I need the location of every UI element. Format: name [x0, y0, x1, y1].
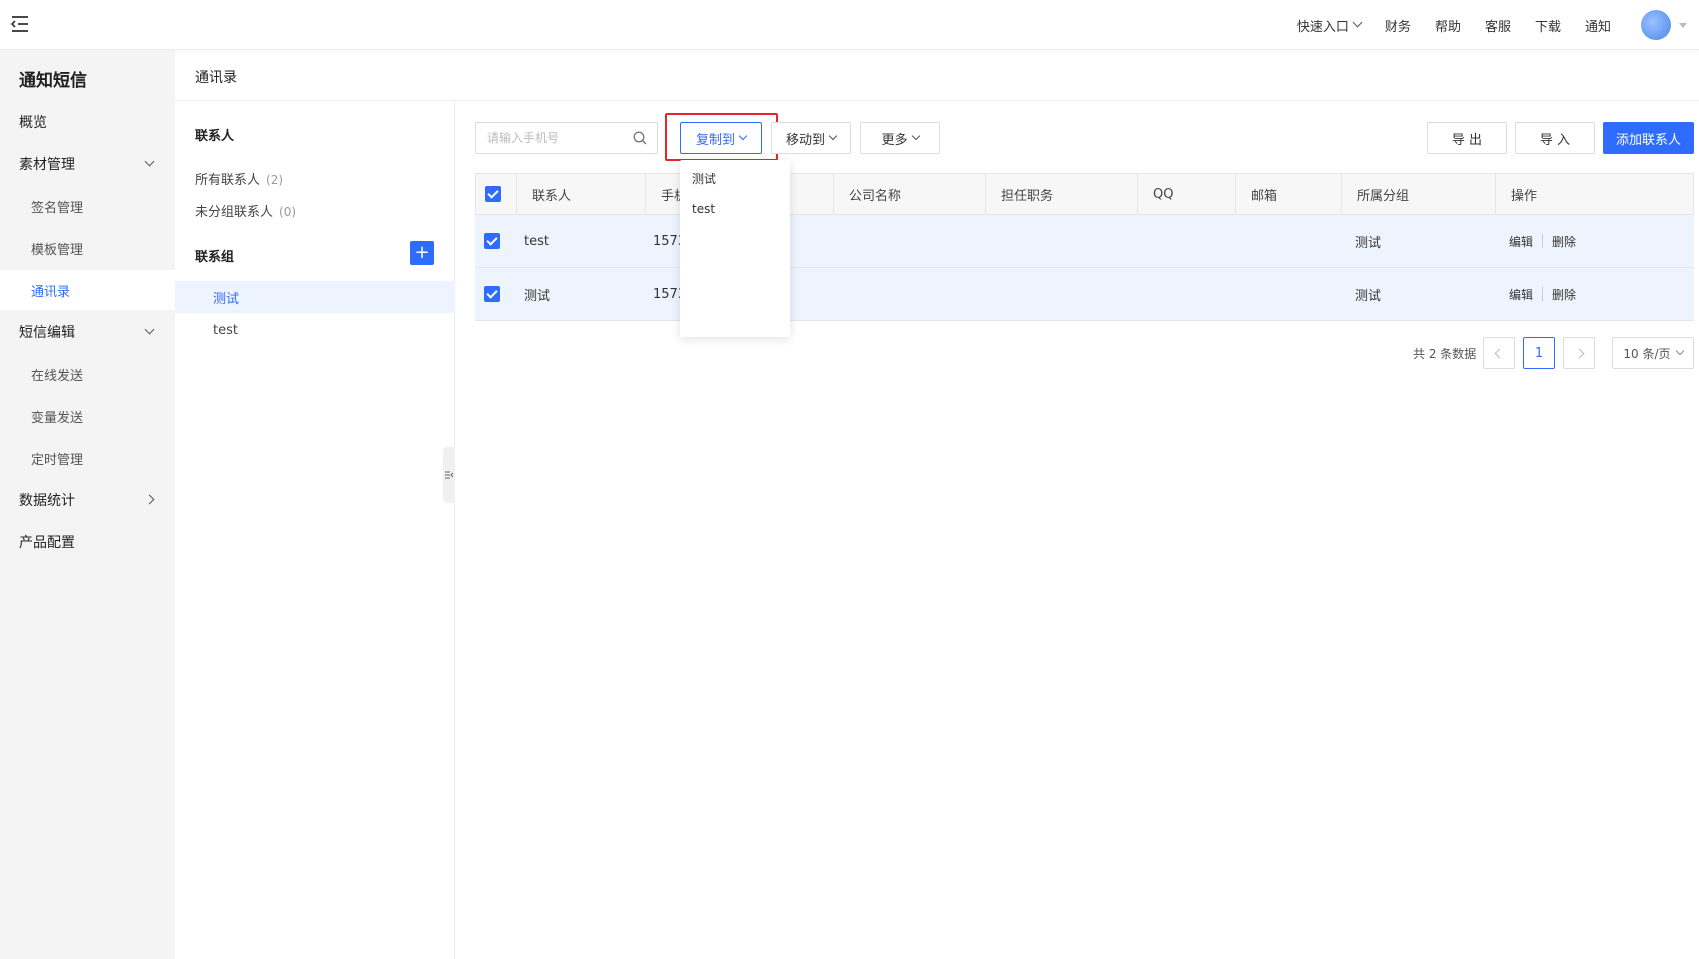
search-input[interactable] [476, 123, 626, 153]
nav-template[interactable]: 模板管理 [0, 228, 175, 268]
divider [1542, 287, 1544, 301]
table-row[interactable]: 测试 1573 测试 编辑 删除 [475, 268, 1694, 321]
contacts-heading: 联系人 [195, 129, 235, 144]
divider [1542, 234, 1544, 248]
quick-entry-link[interactable]: 快速入口 [1297, 16, 1363, 35]
copy-to-dropdown: 测试 test [680, 160, 790, 337]
app-title: 通知短信 [19, 71, 87, 91]
column-header: 所属分组 [1341, 174, 1495, 214]
page-title: 通讯录 [195, 70, 237, 86]
nav-statistics[interactable]: 数据统计 [0, 480, 175, 520]
more-button[interactable]: 更多 [860, 122, 940, 154]
search-icon[interactable] [633, 131, 647, 145]
nav-variable-send[interactable]: 变量发送 [0, 396, 175, 436]
table-header: 联系人 手机 公司名称 担任职务 QQ 邮箱 所属分组 操作 [475, 173, 1694, 215]
nav-contacts[interactable]: 通讯录 [0, 270, 175, 310]
chevron-down-icon [738, 131, 748, 141]
groups-heading: 联系组 [195, 250, 235, 265]
count-badge: (0) [279, 205, 297, 219]
notification-link[interactable]: 通知 [1585, 16, 1611, 35]
collapse-icon [445, 471, 454, 479]
nav-online-send[interactable]: 在线发送 [0, 354, 175, 394]
select-all-cell [476, 174, 516, 214]
nav-sms-edit[interactable]: 短信编辑 [0, 312, 175, 352]
export-button[interactable]: 导 出 [1427, 122, 1507, 154]
caret-down-icon[interactable] [1679, 22, 1687, 28]
support-link[interactable]: 客服 [1485, 16, 1511, 35]
select-all-checkbox[interactable] [485, 186, 501, 202]
download-link[interactable]: 下载 [1535, 16, 1561, 35]
column-header: 邮箱 [1235, 174, 1341, 214]
edit-link[interactable]: 编辑 [1509, 233, 1533, 250]
count-badge: (2) [266, 173, 284, 187]
import-button[interactable]: 导 入 [1515, 122, 1595, 154]
page-number-button[interactable]: 1 [1523, 337, 1555, 369]
sidebar: 通知短信 概览 素材管理 签名管理 模板管理 通讯录 短信编辑 在线发送 变量发… [0, 50, 175, 959]
all-contacts-item[interactable]: 所有联系人 (2) [195, 169, 283, 188]
group-panel: 联系人 所有联系人 (2) 未分组联系人 (0) 联系组 + 测试 test [175, 101, 455, 959]
page-size-select[interactable]: 10 条/页 [1612, 337, 1694, 369]
nav-materials[interactable]: 素材管理 [0, 144, 175, 184]
delete-link[interactable]: 删除 [1552, 286, 1576, 303]
contact-name: test [524, 233, 549, 249]
menu-fold-icon[interactable] [10, 15, 30, 33]
nav-product-config[interactable]: 产品配置 [0, 522, 175, 562]
add-group-button[interactable]: + [410, 241, 434, 265]
chevron-down-icon [1675, 346, 1684, 356]
nav-schedule[interactable]: 定时管理 [0, 438, 175, 478]
contact-group: 测试 [1355, 288, 1382, 304]
contacts-table: 联系人 手机 公司名称 担任职务 QQ 邮箱 所属分组 操作 test 1573… [475, 173, 1694, 321]
add-contact-button[interactable]: 添加联系人 [1603, 122, 1694, 154]
column-header: QQ [1137, 174, 1235, 214]
top-bar: 快速入口 财务 帮助 客服 下载 通知 [0, 0, 1699, 50]
nav-signature[interactable]: 签名管理 [0, 186, 175, 226]
collapse-panel-handle[interactable] [443, 447, 455, 503]
column-header: 操作 [1495, 174, 1693, 214]
nav-overview[interactable]: 概览 [0, 102, 175, 142]
chevron-down-icon [144, 156, 155, 167]
avatar[interactable] [1641, 10, 1671, 40]
ungrouped-contacts-item[interactable]: 未分组联系人 (0) [195, 201, 296, 220]
next-page-button[interactable] [1563, 337, 1595, 369]
chevron-down-icon [911, 131, 920, 141]
group-item[interactable]: 测试 [175, 281, 455, 313]
row-checkbox[interactable] [484, 286, 500, 302]
contact-group: 测试 [1355, 235, 1382, 251]
copy-to-button[interactable]: 复制到 [680, 122, 762, 154]
group-item[interactable]: test [175, 314, 455, 346]
breadcrumb: 通讯录 [175, 50, 1699, 101]
pagination-total: 共 2 条数据 [1413, 347, 1477, 361]
phone-search [475, 122, 658, 154]
chevron-right-icon [1574, 348, 1584, 358]
row-checkbox[interactable] [484, 233, 500, 249]
help-link[interactable]: 帮助 [1435, 16, 1461, 35]
contact-name: 测试 [524, 288, 551, 304]
table-row[interactable]: test 1573 测试 编辑 删除 [475, 215, 1694, 268]
delete-link[interactable]: 删除 [1552, 233, 1576, 250]
move-to-button[interactable]: 移动到 [771, 122, 851, 154]
chevron-down-icon [144, 324, 155, 335]
dropdown-option[interactable]: 测试 [692, 170, 716, 187]
chevron-down-icon [1352, 17, 1363, 27]
column-header: 公司名称 [833, 174, 985, 214]
dropdown-option[interactable]: test [692, 202, 715, 216]
chevron-right-icon [144, 494, 155, 505]
chevron-down-icon [828, 131, 838, 141]
column-header: 联系人 [516, 174, 645, 214]
chevron-left-icon [1494, 348, 1504, 358]
column-header: 担任职务 [985, 174, 1137, 214]
finance-link[interactable]: 财务 [1385, 16, 1411, 35]
edit-link[interactable]: 编辑 [1509, 286, 1533, 303]
prev-page-button[interactable] [1483, 337, 1515, 369]
